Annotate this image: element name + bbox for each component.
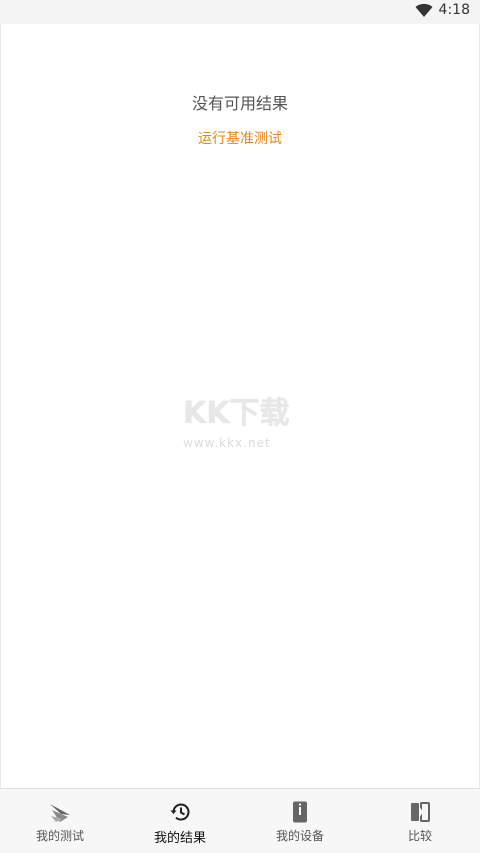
wifi-icon	[415, 3, 433, 17]
results-content: 没有可用结果 运行基准测试 KK下载 www.kkx.net	[0, 24, 480, 788]
device-info-icon	[288, 801, 312, 823]
nav-item-my-device[interactable]: 我的设备	[240, 789, 360, 853]
nav-label-compare: 比较	[407, 829, 432, 843]
nav-label-my-results: 我的结果	[153, 831, 206, 846]
benchmark-logo-icon	[48, 801, 72, 823]
nav-item-my-results[interactable]: 我的结果	[120, 789, 240, 853]
watermark-url: www.kkx.net	[183, 436, 271, 450]
status-icons: 4:18	[415, 2, 470, 18]
watermark: KK下载 www.kkx.net	[183, 396, 303, 450]
nav-label-my-device: 我的设备	[275, 829, 324, 843]
run-benchmark-link[interactable]: 运行基准测试	[1, 128, 479, 148]
nav-item-compare[interactable]: 比较	[360, 789, 480, 853]
empty-state-title: 没有可用结果	[191, 94, 288, 113]
bottom-navigation: 我的测试 我的结果 我的设备 比较	[0, 788, 480, 853]
watermark-logo: KK下载	[183, 396, 290, 431]
compare-icon	[408, 801, 432, 823]
status-bar: 4:18	[0, 0, 480, 24]
status-time: 4:18	[438, 2, 470, 18]
nav-item-my-tests[interactable]: 我的测试	[0, 789, 120, 853]
history-icon	[168, 801, 192, 823]
nav-label-my-tests: 我的测试	[35, 829, 84, 843]
